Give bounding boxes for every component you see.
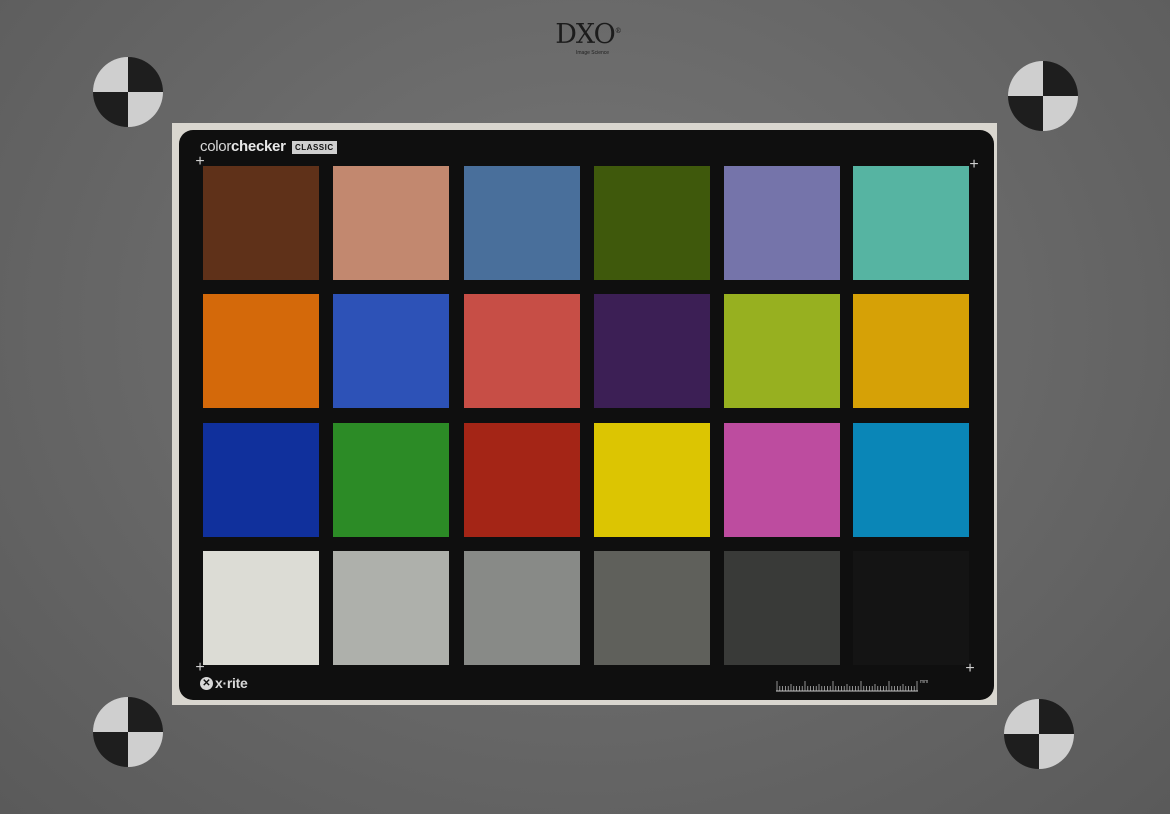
scale-ruler (776, 681, 918, 692)
x-rite-logo-icon: ✕ (200, 676, 213, 690)
color-patch (853, 294, 969, 408)
color-patch (724, 423, 840, 537)
calibration-target-bottom-left (93, 697, 163, 767)
dxo-logo: DXO® Image Science (548, 16, 628, 57)
color-patch (333, 166, 449, 280)
color-patch (594, 166, 710, 280)
maker-name: x·rite (215, 675, 248, 691)
ruler-unit: mm (920, 679, 929, 685)
calibration-target-top-right (1008, 61, 1078, 131)
calibration-target-top-left (93, 57, 163, 127)
card-title: colorchecker (200, 139, 286, 155)
color-patch (203, 551, 319, 665)
color-patch (203, 423, 319, 537)
card-badge: CLASSIC (292, 141, 337, 154)
color-patch (594, 294, 710, 408)
color-patch (464, 423, 580, 537)
color-patch (853, 551, 969, 665)
color-patch (853, 423, 969, 537)
card-title-bold: checker (231, 138, 286, 155)
color-patch (724, 551, 840, 665)
color-patch (724, 294, 840, 408)
dxo-wordmark: DXO® (555, 19, 622, 50)
color-patch (333, 294, 449, 408)
color-patch (464, 294, 580, 408)
color-patch (333, 423, 449, 537)
color-patch (724, 166, 840, 280)
color-patch (203, 166, 319, 280)
maker-logo: ✕ x·rite (200, 675, 248, 691)
color-patch (203, 294, 319, 408)
color-patch (594, 423, 710, 537)
color-patch (464, 551, 580, 665)
color-patch (594, 551, 710, 665)
color-patch (333, 551, 449, 665)
calibration-target-bottom-right (1004, 699, 1074, 769)
dxo-subtitle: Image Science (576, 50, 610, 56)
color-patch (853, 166, 969, 280)
color-patch (464, 166, 580, 280)
